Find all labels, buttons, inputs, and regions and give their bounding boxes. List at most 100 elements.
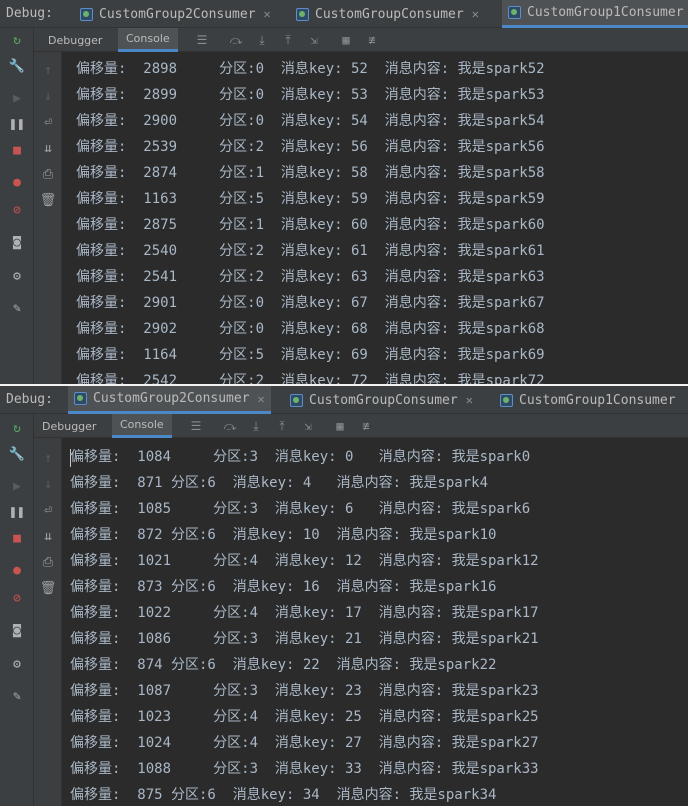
soft-wrap-icon[interactable]: ⏎ xyxy=(40,502,56,518)
evaluate-expression-icon[interactable]: ▦ xyxy=(338,32,354,48)
resume-icon[interactable]: ▶ xyxy=(9,478,25,494)
tab-customgroup2consumer[interactable]: CustomGroup2Consumer ✕ xyxy=(68,386,271,414)
console-line: 偏移量: 1088 分区:3 消息key: 33 消息内容: 我是spark33 xyxy=(70,761,539,777)
settings-icon[interactable]: ⚙ xyxy=(9,656,25,672)
tab-customgroup2consumer[interactable]: CustomGroup2Consumer ✕ xyxy=(74,0,277,28)
settings-wrench-icon[interactable]: 🔧 xyxy=(9,58,25,74)
tab-label: CustomGroup2Consumer xyxy=(93,391,250,406)
console-toolbar: ↑ ↓ ⏎ ⇊ ⎙ 🗑 xyxy=(34,438,62,806)
rerun-icon[interactable]: ↻ xyxy=(9,420,25,436)
resume-icon[interactable]: ▶ xyxy=(9,90,25,106)
close-icon[interactable]: ✕ xyxy=(466,393,473,407)
tab-customgroup1consumer[interactable]: CustomGroup1Consumer xyxy=(502,0,688,28)
tab-label: CustomGroupConsumer xyxy=(315,6,464,22)
step-over-icon[interactable]: ⤓ xyxy=(248,418,264,434)
soft-wrap-icon[interactable]: ⏎ xyxy=(40,114,56,130)
print-icon[interactable]: ⎙ xyxy=(40,554,56,570)
debug-panel-bottom: Debug: CustomGroup2Consumer ✕ CustomGrou… xyxy=(0,386,688,806)
console-line: 偏移量: 1024 分区:4 消息key: 27 消息内容: 我是spark27 xyxy=(70,735,539,751)
rerun-icon[interactable]: ↻ xyxy=(9,32,25,48)
console-line: 偏移量: 2875 分区:1 消息key: 60 消息内容: 我是spark60 xyxy=(76,217,545,233)
up-arrow-icon[interactable]: ↑ xyxy=(40,450,56,466)
console-line: 偏移量: 873 分区:6 消息key: 16 消息内容: 我是spark16 xyxy=(70,579,497,595)
console-line: 偏移量: 1084 分区:3 消息key: 0 消息内容: 我是spark0 xyxy=(70,449,531,465)
debug-left-toolbar: ↻ 🔧 ▶ ❚❚ ■ ● ⊘ ◙ ⚙ ✎ xyxy=(0,414,34,806)
evaluate-expression-icon[interactable]: ▦ xyxy=(332,418,348,434)
settings-wrench-icon[interactable]: 🔧 xyxy=(9,446,25,462)
trace-icon[interactable]: ≢ xyxy=(364,32,380,48)
down-arrow-icon[interactable]: ↓ xyxy=(40,476,56,492)
console-line: 偏移量: 1086 分区:3 消息key: 21 消息内容: 我是spark21 xyxy=(70,631,539,647)
console-output[interactable]: 偏移量: 2898 分区:0 消息key: 52 消息内容: 我是spark52… xyxy=(62,52,688,385)
menu-icon[interactable]: ☰ xyxy=(194,32,210,48)
console-line: 偏移量: 1163 分区:5 消息key: 59 消息内容: 我是spark59 xyxy=(76,191,545,207)
console-line: 偏移量: 2901 分区:0 消息key: 67 消息内容: 我是spark67 xyxy=(76,295,545,311)
scroll-to-end-icon[interactable]: ⇊ xyxy=(40,528,56,544)
down-arrow-icon[interactable]: ↓ xyxy=(40,88,56,104)
console-line: 偏移量: 2899 分区:0 消息key: 53 消息内容: 我是spark53 xyxy=(76,87,545,103)
debug-tab-bar: Debug: CustomGroup2Consumer ✕ CustomGrou… xyxy=(0,0,688,28)
stop-icon[interactable]: ■ xyxy=(9,530,25,546)
debug-panel-top: Debug: CustomGroup2Consumer ✕ CustomGrou… xyxy=(0,0,688,385)
tab-debugger[interactable]: Debugger xyxy=(40,28,110,52)
pause-icon[interactable]: ❚❚ xyxy=(9,116,25,132)
run-config-icon xyxy=(508,6,521,19)
settings-icon[interactable]: ⚙ xyxy=(9,268,25,284)
tab-label: CustomGroup1Consumer xyxy=(527,5,684,20)
console-line: 偏移量: 1164 分区:5 消息key: 69 消息内容: 我是spark69 xyxy=(76,347,545,363)
console-toolbar: ↑ ↓ ⏎ ⇊ ⎙ 🗑 xyxy=(34,52,62,385)
tab-debugger[interactable]: Debugger xyxy=(34,414,104,438)
tab-label: CustomGroup2Consumer xyxy=(99,6,256,22)
debug-left-toolbar: ↻ 🔧 ▶ ❚❚ ■ ● ⊘ ◙ ⚙ ✎ xyxy=(0,28,34,385)
run-config-icon xyxy=(290,393,303,407)
close-icon[interactable]: ✕ xyxy=(472,7,479,21)
console-output[interactable]: 偏移量: 1084 分区:3 消息key: 0 消息内容: 我是spark0 偏… xyxy=(62,438,688,806)
step-into-icon[interactable]: ⤒ xyxy=(274,418,290,434)
run-to-cursor-icon[interactable]: ⇲ xyxy=(300,418,316,434)
console-line: 偏移量: 2902 分区:0 消息key: 68 消息内容: 我是spark68 xyxy=(76,321,545,337)
run-config-icon xyxy=(80,7,93,21)
debug-label: Debug: xyxy=(6,392,53,407)
tab-customgroupconsumer[interactable]: CustomGroupConsumer ✕ xyxy=(284,386,479,414)
tab-customgroupconsumer[interactable]: CustomGroupConsumer ✕ xyxy=(290,0,485,28)
console-line: 偏移量: 2542 分区:2 消息key: 72 消息内容: 我是spark72 xyxy=(76,373,545,385)
pin-icon[interactable]: ✎ xyxy=(9,300,25,316)
scroll-to-end-icon[interactable]: ⇊ xyxy=(40,140,56,156)
trash-icon[interactable]: 🗑 xyxy=(40,192,57,208)
close-icon[interactable]: ✕ xyxy=(264,7,271,21)
up-arrow-icon[interactable]: ↑ xyxy=(40,62,56,78)
run-to-cursor-icon[interactable]: ⇲ xyxy=(306,32,322,48)
console-line: 偏移量: 1021 分区:4 消息key: 12 消息内容: 我是spark12 xyxy=(70,553,539,569)
tab-label: CustomGroupConsumer xyxy=(309,392,458,408)
show-execution-point-icon[interactable]: ⤼ xyxy=(228,32,244,48)
camera-icon[interactable]: ◙ xyxy=(9,234,25,250)
show-execution-point-icon[interactable]: ⤼ xyxy=(222,418,238,434)
step-over-icon[interactable]: ⤓ xyxy=(254,32,270,48)
pause-icon[interactable]: ❚❚ xyxy=(9,504,25,520)
console-line: 偏移量: 874 分区:6 消息key: 22 消息内容: 我是spark22 xyxy=(70,657,497,673)
console-line: 偏移量: 1022 分区:4 消息key: 17 消息内容: 我是spark17 xyxy=(70,605,539,621)
view-breakpoints-icon[interactable]: ● xyxy=(9,174,25,190)
tab-customgroup1consumer[interactable]: CustomGroup1Consumer xyxy=(494,386,680,414)
tab-console[interactable]: Console xyxy=(118,28,178,52)
console-line: 偏移量: 1085 分区:3 消息key: 6 消息内容: 我是spark6 xyxy=(70,501,531,517)
console-line: 偏移量: 2540 分区:2 消息key: 61 消息内容: 我是spark61 xyxy=(76,243,545,259)
trash-icon[interactable]: 🗑 xyxy=(40,580,57,596)
mute-breakpoints-icon[interactable]: ⊘ xyxy=(9,590,25,606)
menu-icon[interactable]: ☰ xyxy=(188,418,204,434)
close-icon[interactable]: ✕ xyxy=(258,392,265,406)
trace-icon[interactable]: ≢ xyxy=(358,418,374,434)
mute-breakpoints-icon[interactable]: ⊘ xyxy=(9,202,25,218)
stop-icon[interactable]: ■ xyxy=(9,142,25,158)
print-icon[interactable]: ⎙ xyxy=(40,166,56,182)
console-line: 偏移量: 2898 分区:0 消息key: 52 消息内容: 我是spark52 xyxy=(76,61,545,77)
view-breakpoints-icon[interactable]: ● xyxy=(9,562,25,578)
tab-console[interactable]: Console xyxy=(112,414,172,438)
pin-icon[interactable]: ✎ xyxy=(9,688,25,704)
console-line: 偏移量: 875 分区:6 消息key: 34 消息内容: 我是spark34 xyxy=(70,787,497,803)
console-line: 偏移量: 2541 分区:2 消息key: 63 消息内容: 我是spark63 xyxy=(76,269,545,285)
step-into-icon[interactable]: ⤒ xyxy=(280,32,296,48)
camera-icon[interactable]: ◙ xyxy=(9,622,25,638)
run-config-icon xyxy=(296,7,309,21)
debug-tab-bar: Debug: CustomGroup2Consumer ✕ CustomGrou… xyxy=(0,386,688,414)
